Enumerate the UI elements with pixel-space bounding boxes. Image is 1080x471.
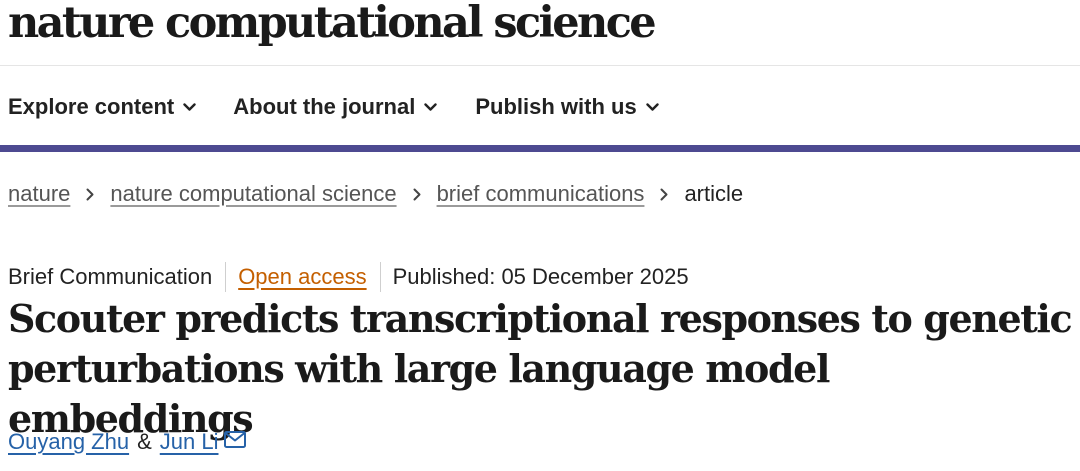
main-nav: Explore content About the journal Publis… xyxy=(0,88,659,126)
meta-divider xyxy=(379,262,381,292)
article-meta: Brief Communication Open access Publishe… xyxy=(8,262,689,292)
author-link[interactable]: Ouyang Zhu xyxy=(8,429,129,455)
nav-explore-content-label: Explore content xyxy=(8,94,175,119)
open-access-link[interactable]: Open access xyxy=(238,264,366,290)
article-type: Brief Communication xyxy=(8,264,213,289)
published-date: Published: 05 December 2025 xyxy=(392,264,689,289)
author-list: Ouyang Zhu & Jun Li xyxy=(8,429,247,455)
nav-about-journal[interactable]: About the journal xyxy=(233,94,438,120)
breadcrumb-brief-communications[interactable]: brief communications xyxy=(437,181,645,207)
nav-publish-with-us[interactable]: Publish with us xyxy=(475,94,659,120)
chevron-down-icon xyxy=(183,102,196,112)
breadcrumb-journal[interactable]: nature computational science xyxy=(110,181,396,207)
article-title: Scouter predicts transcriptional respons… xyxy=(8,296,1073,441)
breadcrumb: nature nature computational science brie… xyxy=(8,181,743,207)
header-divider xyxy=(0,65,1080,66)
breadcrumb-nature[interactable]: nature xyxy=(8,181,70,207)
author-link[interactable]: Jun Li xyxy=(160,429,219,455)
breadcrumb-current: article xyxy=(684,181,744,206)
accent-bar xyxy=(0,145,1080,152)
chevron-right-icon xyxy=(660,188,669,201)
author-separator: & xyxy=(137,429,152,454)
site-logo[interactable]: nature computational science xyxy=(8,0,657,48)
nav-about-journal-label: About the journal xyxy=(233,94,416,119)
chevron-right-icon xyxy=(86,188,95,201)
meta-divider xyxy=(225,262,227,292)
nav-publish-with-us-label: Publish with us xyxy=(475,94,637,119)
nav-explore-content[interactable]: Explore content xyxy=(8,94,196,120)
envelope-icon[interactable] xyxy=(224,430,247,448)
chevron-down-icon xyxy=(424,102,438,112)
chevron-down-icon xyxy=(645,102,659,112)
chevron-right-icon xyxy=(413,188,422,201)
